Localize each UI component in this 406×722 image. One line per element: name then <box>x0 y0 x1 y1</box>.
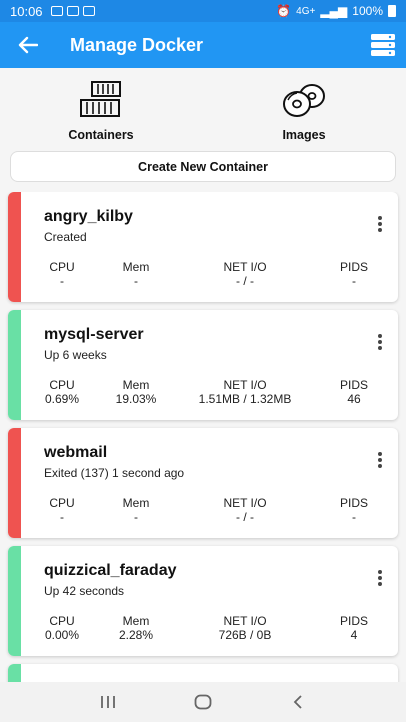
mem-value: 2.28% <box>118 628 154 642</box>
container-card[interactable]: quizzical_faraday Up 42 seconds CPU 0.00%… <box>8 546 398 656</box>
arrow-back-icon <box>18 36 38 54</box>
status-bar: 10:06 ⏰ 4G+ ▂▄▆ 100% <box>0 0 406 22</box>
pids-value: 4 <box>350 628 358 642</box>
net-value: 726B / 0B <box>218 628 272 642</box>
stat-pids: PIDS 4 <box>314 614 394 642</box>
state-indicator <box>8 546 21 656</box>
more-vert-icon[interactable] <box>376 452 384 470</box>
stat-pids: PIDS - <box>314 260 394 288</box>
container-name: quizzical_faraday <box>44 562 177 579</box>
stat-mem: Mem 2.28% <box>96 614 176 642</box>
stat-net: NET I/O 1.51MB / 1.32MB <box>180 378 310 406</box>
stat-pids: PIDS - <box>314 496 394 524</box>
view-switcher: Containers Images <box>0 70 406 146</box>
home-icon <box>194 694 212 710</box>
container-status: Exited (137) 1 second ago <box>44 466 185 480</box>
tab-containers[interactable]: Containers <box>31 76 171 142</box>
stat-cpu: CPU - <box>22 496 102 524</box>
container-name: angry_kilby <box>44 208 133 225</box>
notification-icon <box>66 6 79 16</box>
cpu-value: - <box>60 510 64 524</box>
system-nav-bar <box>0 682 406 722</box>
container-card[interactable] <box>8 664 398 682</box>
stat-cpu: CPU 0.00% <box>22 614 102 642</box>
server-menu-icon[interactable] <box>370 33 396 57</box>
pids-value: - <box>352 510 356 524</box>
mem-value: - <box>134 274 138 288</box>
back-nav-button[interactable] <box>283 687 313 717</box>
container-status: Created <box>44 230 87 244</box>
state-indicator <box>8 664 21 682</box>
status-time: 10:06 <box>10 3 43 19</box>
mem-value: - <box>134 510 138 524</box>
back-button[interactable] <box>0 22 56 68</box>
net-value: - / - <box>236 274 254 288</box>
more-vert-icon[interactable] <box>376 216 384 234</box>
net-value: 1.51MB / 1.32MB <box>198 392 292 406</box>
container-list: angry_kilby Created CPU - Mem - NET I/O - /… <box>0 192 406 682</box>
signal-icon: ▂▄▆ <box>320 4 348 18</box>
battery-level: 100% <box>352 4 383 18</box>
recent-apps-button[interactable] <box>93 687 123 717</box>
stat-net: NET I/O - / - <box>180 496 310 524</box>
app-bar: Manage Docker <box>0 22 406 68</box>
page-title: Manage Docker <box>70 34 204 55</box>
message-icon <box>82 6 95 16</box>
state-indicator <box>8 310 21 420</box>
stat-mem: Mem 19.03% <box>96 378 176 406</box>
home-button[interactable] <box>188 687 218 717</box>
container-status: Up 6 weeks <box>44 348 107 362</box>
net-value: - / - <box>236 510 254 524</box>
stat-cpu: CPU 0.69% <box>22 378 102 406</box>
more-vert-icon[interactable] <box>376 570 384 588</box>
cpu-value: 0.00% <box>44 628 80 642</box>
more-vert-icon[interactable] <box>376 334 384 352</box>
recent-apps-icon <box>100 696 115 708</box>
container-name: webmail <box>44 444 108 461</box>
container-card[interactable]: angry_kilby Created CPU - Mem - NET I/O - /… <box>8 192 398 302</box>
notification-icons <box>50 6 95 16</box>
container-card[interactable]: mysql-server Up 6 weeks CPU 0.69% Mem 19.0… <box>8 310 398 420</box>
stat-cpu: CPU - <box>22 260 102 288</box>
container-card[interactable]: webmail Exited (137) 1 second ago CPU - M… <box>8 428 398 538</box>
alarm-icon: ⏰ <box>276 4 292 18</box>
stat-mem: Mem - <box>96 496 176 524</box>
tab-containers-label: Containers <box>68 128 134 142</box>
containers-icon <box>80 81 121 117</box>
gallery-icon <box>50 6 63 16</box>
stat-pids: PIDS 46 <box>314 378 394 406</box>
stat-net: NET I/O - / - <box>180 260 310 288</box>
pids-value: 46 <box>347 392 361 406</box>
state-indicator <box>8 428 21 538</box>
cpu-value: 0.69% <box>44 392 80 406</box>
stat-net: NET I/O 726B / 0B <box>180 614 310 642</box>
container-name: mysql-server <box>44 326 144 343</box>
images-icon <box>283 84 325 117</box>
tab-images[interactable]: Images <box>234 76 374 142</box>
battery-icon <box>388 5 396 17</box>
stat-mem: Mem - <box>96 260 176 288</box>
back-nav-icon <box>294 695 302 709</box>
mem-value: 19.03% <box>115 392 157 406</box>
state-indicator <box>8 192 21 302</box>
network-type: 4G+ <box>296 5 316 17</box>
tab-images-label: Images <box>282 128 326 142</box>
cpu-value: - <box>60 274 64 288</box>
container-status: Up 42 seconds <box>44 584 125 598</box>
create-new-container-button[interactable]: Create New Container <box>10 151 396 182</box>
pids-value: - <box>352 274 356 288</box>
